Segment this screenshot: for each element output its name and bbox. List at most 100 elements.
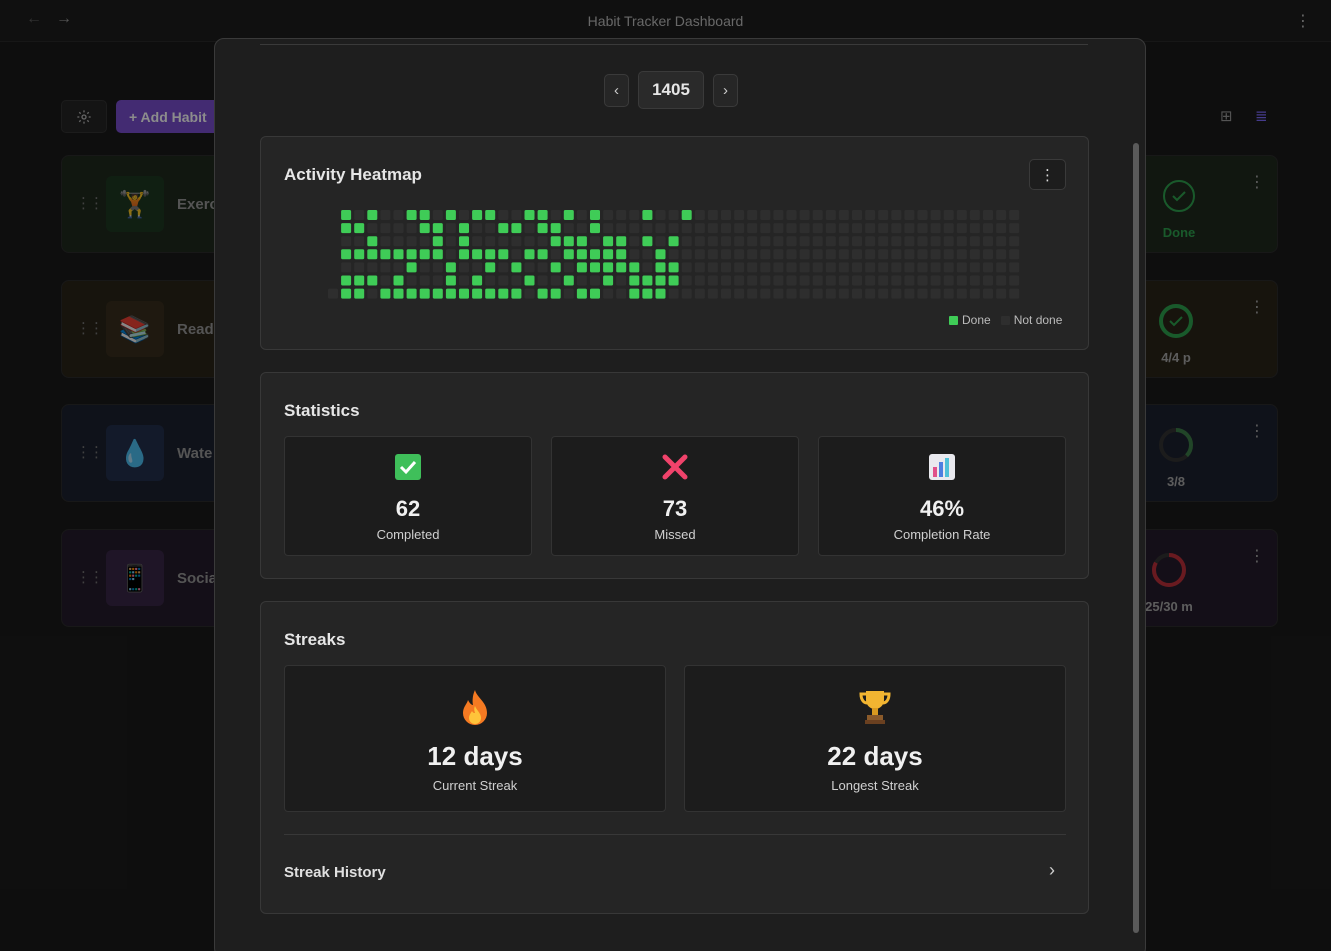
heatmap-cell[interactable] xyxy=(721,236,731,247)
heatmap-cell[interactable] xyxy=(878,262,889,273)
heatmap-cell[interactable] xyxy=(1009,262,1020,273)
heatmap-cell[interactable] xyxy=(524,236,535,247)
heatmap-cell[interactable] xyxy=(917,249,928,260)
heatmap-cell[interactable] xyxy=(603,236,614,247)
heatmap-cell[interactable] xyxy=(629,236,640,247)
heatmap-cell[interactable] xyxy=(734,236,745,247)
heatmap-cell[interactable] xyxy=(550,262,561,273)
heatmap-cell[interactable] xyxy=(747,262,758,273)
heatmap-cell[interactable] xyxy=(930,262,941,273)
heatmap-cell[interactable] xyxy=(969,262,980,273)
heatmap-cell[interactable] xyxy=(838,236,849,247)
heatmap-cell[interactable] xyxy=(432,249,443,260)
heatmap-cell[interactable] xyxy=(956,288,967,299)
heatmap-cell[interactable] xyxy=(655,249,666,260)
heatmap-cell[interactable] xyxy=(891,236,902,247)
heatmap-cell[interactable] xyxy=(367,236,378,247)
heatmap-cell[interactable] xyxy=(419,249,430,260)
heatmap-cell[interactable] xyxy=(472,223,483,234)
heatmap-cell[interactable] xyxy=(786,223,797,234)
heatmap-cell[interactable] xyxy=(852,223,862,234)
heatmap-cell[interactable] xyxy=(904,288,915,299)
heatmap-cell[interactable] xyxy=(760,210,771,220)
heatmap-cell[interactable] xyxy=(799,262,810,273)
vertical-dots-icon[interactable]: ⋮ xyxy=(1249,421,1265,441)
heatmap-cell[interactable] xyxy=(734,275,745,286)
heatmap-cell[interactable] xyxy=(590,288,600,299)
heatmap-cell[interactable] xyxy=(445,262,456,273)
heatmap-cell[interactable] xyxy=(642,236,653,247)
heatmap-cell[interactable] xyxy=(1009,288,1020,299)
heatmap-cell[interactable] xyxy=(380,236,391,247)
heatmap-cell[interactable] xyxy=(760,262,771,273)
heatmap-cell[interactable] xyxy=(812,275,823,286)
heatmap-cell[interactable] xyxy=(904,236,915,247)
heatmap-cell[interactable] xyxy=(563,236,574,247)
heatmap-cell[interactable] xyxy=(511,223,522,234)
heatmap-cell[interactable] xyxy=(380,275,391,286)
heatmap-cell[interactable] xyxy=(406,236,417,247)
heatmap-cell[interactable] xyxy=(943,223,954,234)
heatmap-cell[interactable] xyxy=(838,210,849,220)
heatmap-cell[interactable] xyxy=(681,275,692,286)
heatmap-cell[interactable] xyxy=(393,288,404,299)
heatmap-cell[interactable] xyxy=(472,249,483,260)
heatmap-cell[interactable] xyxy=(550,236,561,247)
heatmap-cell[interactable] xyxy=(983,262,993,273)
heatmap-cell[interactable] xyxy=(825,262,836,273)
heatmap-cell[interactable] xyxy=(576,236,587,247)
heatmap-cell[interactable] xyxy=(681,249,692,260)
vertical-dots-icon[interactable]: ⋮ xyxy=(1249,297,1265,317)
heatmap-cell[interactable] xyxy=(891,249,902,260)
heatmap-cell[interactable] xyxy=(655,288,666,299)
heatmap-cell[interactable] xyxy=(891,223,902,234)
next-year-button[interactable]: › xyxy=(713,73,738,107)
heatmap-cell[interactable] xyxy=(760,236,771,247)
heatmap-cell[interactable] xyxy=(996,236,1007,247)
heatmap-cell[interactable] xyxy=(341,288,352,299)
heatmap-cell[interactable] xyxy=(983,249,993,260)
heatmap-cell[interactable] xyxy=(511,210,522,220)
heatmap-cell[interactable] xyxy=(878,275,889,286)
heatmap-cell[interactable] xyxy=(983,223,993,234)
heatmap-cell[interactable] xyxy=(459,236,469,247)
heatmap-cell[interactable] xyxy=(380,249,391,260)
heatmap-cell[interactable] xyxy=(603,262,614,273)
heatmap-cell[interactable] xyxy=(799,249,810,260)
heatmap-cell[interactable] xyxy=(799,275,810,286)
heatmap-cell[interactable] xyxy=(445,275,456,286)
heatmap-cell[interactable] xyxy=(459,210,469,220)
heatmap-cell[interactable] xyxy=(367,210,378,220)
heatmap-cell[interactable] xyxy=(891,288,902,299)
heatmap-cell[interactable] xyxy=(996,288,1007,299)
heatmap-cell[interactable] xyxy=(603,288,614,299)
heatmap-cell[interactable] xyxy=(590,275,600,286)
heatmap-cell[interactable] xyxy=(432,262,443,273)
heatmap-cell[interactable] xyxy=(760,288,771,299)
heatmap-cell[interactable] xyxy=(799,288,810,299)
heatmap-cell[interactable] xyxy=(393,223,404,234)
heatmap-cell[interactable] xyxy=(485,288,496,299)
heatmap-cell[interactable] xyxy=(786,262,797,273)
heatmap-cell[interactable] xyxy=(498,223,509,234)
heatmap-cell[interactable] xyxy=(773,262,784,273)
heatmap-cell[interactable] xyxy=(576,262,587,273)
heatmap-cell[interactable] xyxy=(472,262,483,273)
habit-status[interactable]: Done xyxy=(1139,176,1219,240)
heatmap-cell[interactable] xyxy=(603,249,614,260)
heatmap-cell[interactable] xyxy=(956,249,967,260)
heatmap-cell[interactable] xyxy=(445,236,456,247)
heatmap-cell[interactable] xyxy=(694,275,705,286)
heatmap-cell[interactable] xyxy=(642,262,653,273)
heatmap-cell[interactable] xyxy=(655,275,666,286)
heatmap-cell[interactable] xyxy=(1009,223,1020,234)
heatmap-cell[interactable] xyxy=(825,236,836,247)
heatmap-cell[interactable] xyxy=(393,210,404,220)
vertical-dots-icon[interactable]: ⋮ xyxy=(1249,172,1265,192)
heatmap-cell[interactable] xyxy=(969,210,980,220)
heatmap-cell[interactable] xyxy=(616,210,627,220)
heatmap-cell[interactable] xyxy=(943,210,954,220)
habit-status[interactable]: 3/8 xyxy=(1136,425,1216,489)
heatmap-cell[interactable] xyxy=(969,275,980,286)
heatmap-cell[interactable] xyxy=(550,275,561,286)
